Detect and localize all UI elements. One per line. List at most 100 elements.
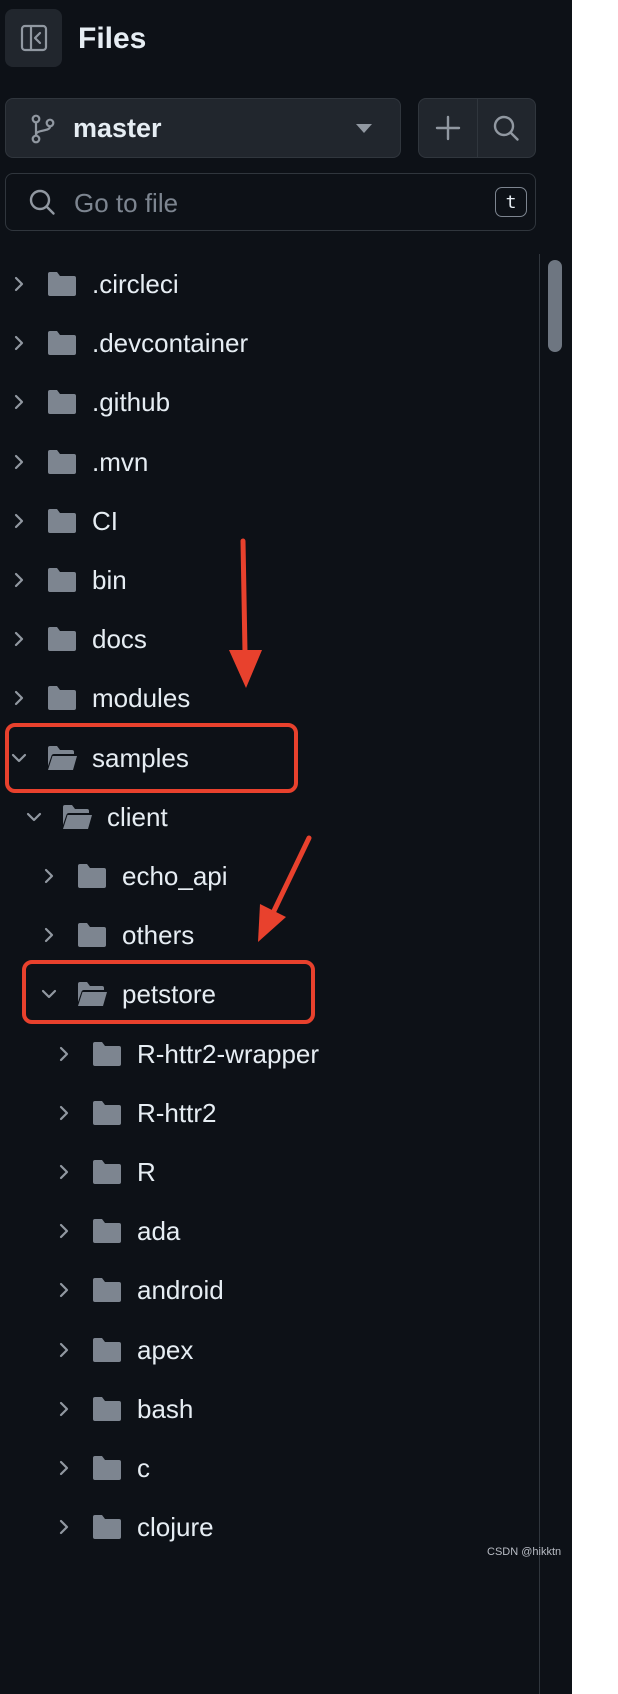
sidebar-collapse-icon <box>20 24 47 52</box>
chevron-right-icon[interactable] <box>41 927 57 943</box>
tree-actions <box>418 98 536 158</box>
folder-icon <box>48 509 76 533</box>
tree-item-label: .github <box>92 387 171 417</box>
tree-item-label: apex <box>137 1335 194 1365</box>
tree-item-label: R-httr2 <box>137 1098 217 1128</box>
tree-item[interactable]: apex <box>0 1320 538 1379</box>
tree-item[interactable]: others <box>0 905 538 964</box>
tree-item-label: android <box>137 1275 224 1305</box>
folder-icon <box>93 1515 121 1539</box>
chevron-right-icon[interactable] <box>56 1046 72 1062</box>
tree-item-label: bash <box>137 1394 194 1424</box>
tree-item[interactable]: android <box>0 1260 538 1319</box>
folder-open-icon <box>63 805 92 829</box>
tree-item-label: .circleci <box>92 269 179 299</box>
tree-item-label: .devcontainer <box>92 328 249 358</box>
file-tree-panel: Files master Go to file t .circleci .dev… <box>0 0 572 1694</box>
tree-item-label: R-httr2-wrapper <box>137 1039 320 1069</box>
tree-item[interactable]: R-httr2-wrapper <box>0 1024 538 1083</box>
search-code-button[interactable] <box>476 99 536 157</box>
tree-item-label: c <box>137 1453 150 1483</box>
folder-icon <box>93 1456 121 1480</box>
scrollbar-thumb[interactable] <box>548 260 562 352</box>
folder-icon <box>93 1278 121 1302</box>
tree-item-label: docs <box>92 624 147 654</box>
branch-selector[interactable]: master <box>5 98 401 158</box>
chevron-right-icon[interactable] <box>56 1223 72 1239</box>
search-icon <box>29 189 55 215</box>
tree-item[interactable]: .mvn <box>0 432 538 491</box>
chevron-right-icon[interactable] <box>11 335 27 351</box>
tree-item[interactable]: R-httr2 <box>0 1083 538 1142</box>
tree-item[interactable]: modules <box>0 668 538 727</box>
tree-item[interactable]: clojure <box>0 1497 538 1556</box>
folder-icon <box>48 390 76 414</box>
chevron-right-icon[interactable] <box>11 572 27 588</box>
chevron-right-icon[interactable] <box>11 513 27 529</box>
search-icon <box>494 115 519 141</box>
tree-item[interactable]: c <box>0 1438 538 1497</box>
tree-item[interactable]: docs <box>0 609 538 668</box>
chevron-right-icon[interactable] <box>11 394 27 410</box>
tree-item[interactable]: echo_api <box>0 846 538 905</box>
tree-item[interactable]: bash <box>0 1379 538 1438</box>
tree-item-label: samples <box>92 743 189 773</box>
tree-item[interactable]: CI <box>0 491 538 550</box>
tree-item-label: bin <box>92 565 127 595</box>
chevron-right-icon[interactable] <box>11 631 27 647</box>
folder-open-icon <box>78 982 107 1006</box>
chevron-right-icon[interactable] <box>56 1105 72 1121</box>
git-branch-icon <box>31 114 55 144</box>
folder-icon <box>48 331 76 355</box>
chevron-right-icon[interactable] <box>56 1282 72 1298</box>
chevron-right-icon[interactable] <box>11 690 27 706</box>
chevron-down-icon[interactable] <box>41 986 57 1002</box>
folder-icon <box>93 1338 121 1362</box>
chevron-down-icon[interactable] <box>11 750 27 766</box>
plus-icon <box>435 115 460 141</box>
tree-item[interactable]: .github <box>0 372 538 431</box>
add-file-button[interactable] <box>419 99 477 157</box>
tree-item-label: clojure <box>137 1512 214 1542</box>
folder-open-icon <box>48 746 77 770</box>
folder-icon <box>48 568 76 592</box>
chevron-right-icon[interactable] <box>56 1164 72 1180</box>
tree-item[interactable]: .devcontainer <box>0 313 538 372</box>
chevron-right-icon[interactable] <box>11 454 27 470</box>
sidebar-toggle-button[interactable] <box>5 9 62 67</box>
keyboard-shortcut-badge: t <box>495 187 527 217</box>
tree-item[interactable]: R <box>0 1142 538 1201</box>
tree-item[interactable]: bin <box>0 550 538 609</box>
folder-icon <box>78 923 106 947</box>
tree-item-label: modules <box>92 683 191 713</box>
chevron-right-icon[interactable] <box>56 1519 72 1535</box>
tree-item[interactable]: petstore <box>0 964 538 1023</box>
file-tree: .circleci .devcontainer .github .mvn CI bin do… <box>0 254 538 1694</box>
chevron-right-icon[interactable] <box>56 1342 72 1358</box>
tree-item-label: echo_api <box>122 861 228 891</box>
tree-item[interactable]: ada <box>0 1201 538 1260</box>
tree-item[interactable]: client <box>0 787 538 846</box>
tree-item-label: client <box>107 802 168 832</box>
chevron-right-icon[interactable] <box>56 1460 72 1476</box>
folder-icon <box>48 450 76 474</box>
tree-item[interactable]: .circleci <box>0 254 538 313</box>
tree-item-label: petstore <box>122 979 216 1009</box>
folder-icon <box>48 686 76 710</box>
folder-icon <box>93 1042 121 1066</box>
folder-icon <box>48 272 76 296</box>
go-to-file-input[interactable] <box>72 184 476 222</box>
go-to-file-box: t <box>5 173 536 231</box>
watermark: CSDN @hikktn <box>487 1546 562 1558</box>
folder-icon <box>93 1219 121 1243</box>
chevron-down-icon[interactable] <box>26 809 42 825</box>
folder-icon <box>93 1160 121 1184</box>
branch-name: master <box>73 113 162 143</box>
tree-item[interactable]: samples <box>0 728 538 787</box>
tree-item-label: CI <box>92 506 118 536</box>
chevron-right-icon[interactable] <box>41 868 57 884</box>
chevron-right-icon[interactable] <box>11 276 27 292</box>
tree-scrollbar[interactable] <box>539 254 572 1694</box>
caret-down-icon <box>356 124 372 133</box>
chevron-right-icon[interactable] <box>56 1401 72 1417</box>
